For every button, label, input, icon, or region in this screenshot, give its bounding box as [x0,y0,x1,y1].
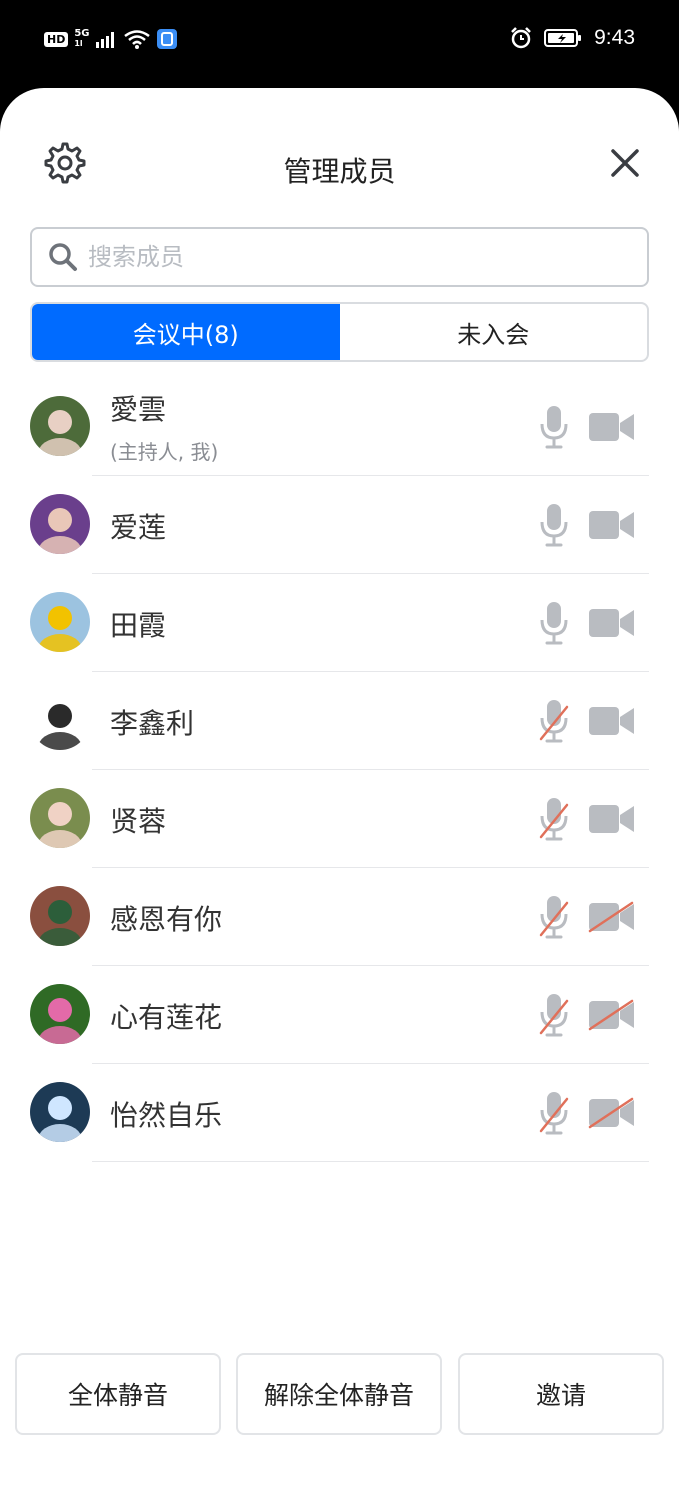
member-name: 田霞 [110,609,167,642]
avatar [30,494,90,554]
footer-actions: 全体静音 解除全体静音 邀请 [0,1353,679,1437]
page-title: 管理成员 [283,155,396,188]
camera-off-icon[interactable] [588,999,636,1031]
avatar-image [30,1082,90,1142]
member-name: 愛雲 [110,393,167,426]
member-row[interactable]: 爱莲 [0,476,679,574]
member-name: 李鑫利 [110,707,195,740]
mic-icon[interactable] [538,601,570,645]
invite-button[interactable]: 邀请 [458,1353,664,1435]
mic-muted-icon[interactable] [538,797,570,841]
avatar [30,788,90,848]
member-name: 怡然自乐 [110,1099,223,1132]
unmute-all-button[interactable]: 解除全体静音 [236,1353,442,1435]
sheet-header: 管理成员 [0,88,679,228]
status-bar: HD 5G 1l 9:43 [0,0,679,88]
avatar-image [30,886,90,946]
search-box[interactable] [30,227,649,287]
hd-badge: HD [44,31,69,47]
network-indicator: 5G 1l [74,29,89,49]
member-row[interactable]: 田霞 [0,574,679,672]
member-name: 贤蓉 [110,805,167,838]
camera-off-icon[interactable] [588,1097,636,1129]
member-row[interactable]: 心有莲花 [0,966,679,1064]
member-role: (主持人, 我) [110,440,219,464]
camera-icon[interactable] [588,411,636,443]
avatar [30,690,90,750]
avatar [30,1082,90,1142]
network-type: 5G [74,28,90,39]
network-sub: 1l [74,39,83,48]
signal-icon [95,32,114,48]
member-row[interactable]: 愛雲 (主持人, 我) [0,378,679,476]
mic-muted-icon[interactable] [538,699,570,743]
search-input[interactable] [88,243,608,271]
member-row[interactable]: 李鑫利 [0,672,679,770]
alarm-icon [511,27,532,49]
member-row[interactable]: 感恩有你 [0,868,679,966]
status-right: 9:43 [510,26,635,50]
avatar [30,984,90,1044]
mic-muted-icon[interactable] [538,895,570,939]
member-list: 愛雲 (主持人, 我) 爱莲 田霞 李鑫利 贤蓉 感恩有你 心有莲花 怡然自乐 [0,378,679,1162]
member-tabs: 会议中(8) 未入会 [30,302,649,362]
clock: 9:43 [594,26,635,49]
avatar [30,592,90,652]
avatar-image [30,788,90,848]
mic-muted-icon[interactable] [538,1091,570,1135]
tab-in-meeting[interactable]: 会议中(8) [32,304,340,360]
member-name: 感恩有你 [110,903,223,936]
mic-icon[interactable] [538,405,570,449]
avatar-image [30,984,90,1044]
camera-icon[interactable] [588,607,636,639]
mic-muted-icon[interactable] [538,993,570,1037]
avatar [30,396,90,456]
member-row[interactable]: 贤蓉 [0,770,679,868]
avatar-image [30,592,90,652]
avatar-image [30,690,90,750]
search-icon [49,243,77,271]
avatar-image [30,396,90,456]
battery-icon [544,29,582,47]
tab-not-joined[interactable]: 未入会 [340,304,648,360]
member-name: 心有莲花 [110,1001,223,1034]
camera-icon[interactable] [588,509,636,541]
app-notification-icon [156,29,177,49]
avatar-image [30,494,90,554]
member-name: 爱莲 [110,511,167,544]
member-row[interactable]: 怡然自乐 [0,1064,679,1162]
mute-all-button[interactable]: 全体静音 [15,1353,221,1435]
wifi-icon [123,30,150,49]
manage-members-sheet: 管理成员 会议中(8) 未入会 愛雲 (主持人, 我) [0,88,679,1500]
status-left: HD 5G 1l [44,28,178,50]
camera-icon[interactable] [588,803,636,835]
mic-icon[interactable] [538,503,570,547]
camera-off-icon[interactable] [588,901,636,933]
camera-icon[interactable] [588,705,636,737]
close-icon[interactable] [608,146,642,180]
row-divider [92,1161,649,1162]
avatar [30,886,90,946]
